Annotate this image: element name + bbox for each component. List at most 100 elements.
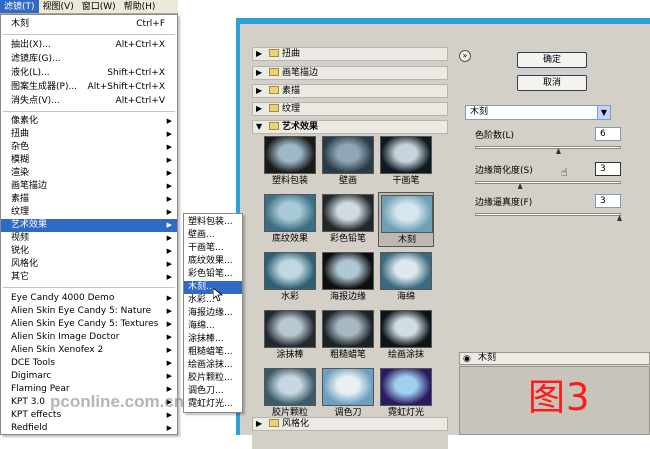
menu-item-artistic[interactable]: 艺术效果 ▶ — [1, 219, 177, 232]
thumbnail-label: 水彩 — [280, 292, 299, 302]
thumbnail-image — [380, 310, 432, 348]
filter-thumbnail[interactable]: 壁画 — [320, 134, 376, 189]
submenu-item[interactable]: 胶片颗粒... — [184, 372, 242, 385]
menu-item-filter-gallery[interactable]: 滤镜库(G)... — [1, 53, 177, 66]
filter-thumbnail[interactable]: 粗糙蜡笔 — [320, 308, 376, 363]
menu-item-xenofex[interactable]: Alien Skin Xenofex 2 ▶ — [1, 344, 177, 357]
menu-item-render[interactable]: 渲染 ▶ — [1, 167, 177, 180]
filter-thumbnail[interactable]: 海绵 — [378, 250, 434, 305]
menu-item-last-filter[interactable]: 木刻 Ctrl+F — [1, 18, 177, 31]
menu-item-label: Alien Skin Eye Candy 5: Nature — [11, 306, 152, 316]
menu-item-redfield[interactable]: Redfield ▶ — [1, 422, 177, 435]
filter-thumbnail[interactable]: 绘画涂抹 — [378, 308, 434, 363]
menu-item-brush-strokes[interactable]: 画笔描边 ▶ — [1, 180, 177, 193]
menu-item-pixelate[interactable]: 像素化 ▶ — [1, 115, 177, 128]
menu-item-stylize[interactable]: 风格化 ▶ — [1, 258, 177, 271]
menu-item-label: 锐化 — [11, 246, 30, 256]
menu-item-extract[interactable]: 抽出(X)... Alt+Ctrl+X — [1, 39, 177, 52]
category-brush-strokes[interactable]: ▶ 画笔描边 — [252, 66, 448, 80]
menu-item-other[interactable]: 其它 ▶ — [1, 271, 177, 284]
menu-filter[interactable]: 滤镜(T) — [0, 0, 39, 13]
menu-item-image-doctor[interactable]: Alien Skin Image Doctor ▶ — [1, 331, 177, 344]
category-artistic[interactable]: ▼ 艺术效果 — [252, 120, 448, 134]
menu-item-sketch[interactable]: 素描 ▶ — [1, 193, 177, 206]
submenu-item[interactable]: 霓虹灯光... — [184, 398, 242, 411]
menu-item-label: 其它 — [11, 272, 30, 282]
menu-item-digimarc[interactable]: Digimarc ▶ — [1, 370, 177, 383]
menu-item-eye-candy-4000[interactable]: Eye Candy 4000 Demo ▶ — [1, 292, 177, 305]
hand-cursor-icon: ☝ — [561, 166, 568, 179]
filter-thumbnail[interactable]: 底纹效果 — [262, 192, 318, 247]
menu-item-eye-candy-nature[interactable]: Alien Skin Eye Candy 5: Nature ▶ — [1, 305, 177, 318]
filter-thumbnail[interactable]: 调色刀 — [320, 366, 376, 421]
chevron-down-icon[interactable]: ▼ — [597, 106, 610, 119]
effect-layer-row[interactable]: ◉ 木刻 — [459, 352, 650, 365]
edge-fidelity-slider-track[interactable] — [475, 213, 621, 216]
thumbnail-label: 胶片颗粒 — [271, 408, 308, 418]
filter-thumbnail[interactable]: 木刻 — [378, 192, 434, 247]
submenu-item[interactable]: 干画笔... — [184, 242, 242, 255]
thumbnail-image — [264, 194, 316, 232]
submenu-item[interactable]: 调色刀... — [184, 385, 242, 398]
thumbnail-image — [381, 195, 433, 233]
submenu-item[interactable]: 壁画... — [184, 229, 242, 242]
filter-thumbnail[interactable]: 胶片颗粒 — [262, 366, 318, 421]
submenu-arrow-icon: ▶ — [166, 130, 172, 138]
menu-item-label: 液化(L)... — [11, 68, 50, 78]
menu-window[interactable]: 窗口(W) — [78, 0, 120, 13]
menu-separator — [3, 111, 175, 112]
menu-item-pattern-maker[interactable]: 图案生成器(P)... Alt+Shift+Ctrl+X — [1, 81, 177, 94]
menu-item-distort[interactable]: 扭曲 ▶ — [1, 128, 177, 141]
levels-slider-track[interactable] — [475, 146, 621, 149]
menu-item-eye-candy-textures[interactable]: Alien Skin Eye Candy 5: Textures ▶ — [1, 318, 177, 331]
submenu-item[interactable]: 底纹效果... — [184, 255, 242, 268]
menu-view[interactable]: 视图(V) — [39, 0, 78, 13]
cancel-button[interactable]: 取消 — [517, 75, 587, 91]
menu-item-vanishing-point[interactable]: 消失点(V)... Alt+Ctrl+V — [1, 95, 177, 108]
menu-item-sharpen[interactable]: 锐化 ▶ — [1, 245, 177, 258]
menu-item-video[interactable]: 视频 ▶ — [1, 232, 177, 245]
submenu-item[interactable]: 海绵... — [184, 320, 242, 333]
levels-input[interactable]: 6 — [595, 127, 621, 141]
menu-item-dce-tools[interactable]: DCE Tools ▶ — [1, 357, 177, 370]
edge-fidelity-input[interactable]: 3 — [595, 194, 621, 208]
category-sketch[interactable]: ▶ 素描 — [252, 84, 448, 98]
thumbnail-label: 涂抹棒 — [276, 350, 304, 360]
submenu-item[interactable]: 粗糙蜡笔... — [184, 346, 242, 359]
submenu-item[interactable]: 涂抹棒... — [184, 333, 242, 346]
filter-thumbnail[interactable]: 海报边缘 — [320, 250, 376, 305]
ok-button[interactable]: 确定 — [517, 52, 587, 68]
artistic-submenu: 塑料包装... 壁画... 干画笔... 底纹效果... 彩色铅笔... 木刻... 水彩.… — [183, 213, 243, 413]
edge-simplicity-slider-track[interactable] — [475, 181, 621, 184]
filter-thumbnail[interactable]: 涂抹棒 — [262, 308, 318, 363]
menu-help[interactable]: 帮助(H) — [120, 0, 160, 13]
submenu-arrow-icon: ▶ — [166, 424, 172, 432]
filter-thumbnail[interactable]: 彩色铅笔 — [320, 192, 376, 247]
menu-item-label: Redfield — [11, 423, 48, 433]
menu-item-label: 图案生成器(P)... — [11, 82, 78, 92]
filter-select[interactable]: 木刻 ▼ — [465, 105, 611, 120]
filter-thumbnail[interactable]: 水彩 — [262, 250, 318, 305]
filter-thumbnail[interactable]: 塑料包装 — [262, 134, 318, 189]
collapse-chevron-icon[interactable]: » — [459, 50, 471, 62]
menu-item-texture[interactable]: 纹理 ▶ — [1, 206, 177, 219]
thumbnail-label: 调色刀 — [334, 408, 362, 418]
category-distort[interactable]: ▶ 扭曲 — [252, 47, 448, 61]
submenu-item[interactable]: 海报边缘... — [184, 307, 242, 320]
menu-item-label: 风格化 — [11, 259, 39, 269]
menu-item-liquify[interactable]: 液化(L)... Shift+Ctrl+X — [1, 67, 177, 80]
eye-icon[interactable]: ◉ — [463, 354, 471, 365]
collapse-arrow-icon: ▼ — [256, 122, 263, 131]
filter-thumbnail[interactable]: 干画笔 — [378, 134, 434, 189]
menu-item-noise[interactable]: 杂色 ▶ — [1, 141, 177, 154]
menu-item-blur[interactable]: 模糊 ▶ — [1, 154, 177, 167]
submenu-item[interactable]: 彩色铅笔... — [184, 268, 242, 281]
edge-simplicity-input[interactable]: 3 — [595, 162, 621, 176]
filter-thumbnail[interactable]: 霓虹灯光 — [378, 366, 434, 421]
category-texture[interactable]: ▶ 纹理 — [252, 102, 448, 116]
expand-arrow-icon: ▶ — [256, 86, 263, 95]
submenu-arrow-icon: ▶ — [166, 372, 172, 380]
thumbnail-label: 粗糙蜡笔 — [329, 350, 366, 360]
submenu-item[interactable]: 绘画涂抹... — [184, 359, 242, 372]
submenu-item[interactable]: 塑料包装... — [184, 216, 242, 229]
